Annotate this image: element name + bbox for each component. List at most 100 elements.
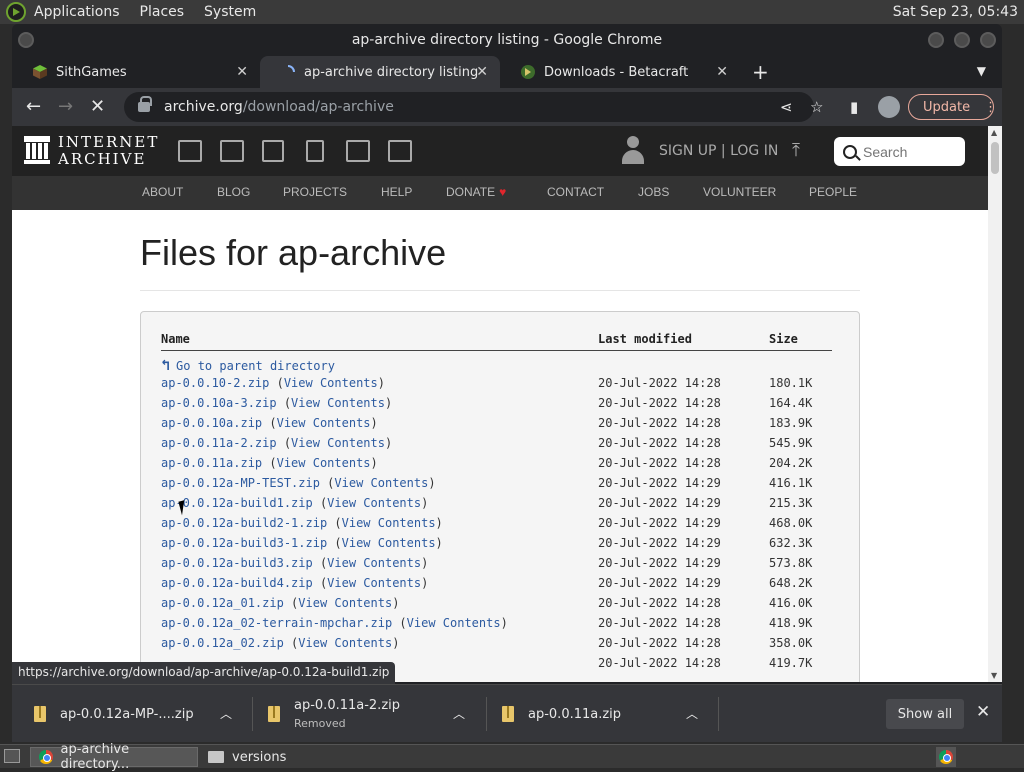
close-tab-icon[interactable]: ✕ xyxy=(716,64,728,80)
signup-login-link[interactable]: SIGN UP | LOG IN xyxy=(659,143,778,159)
file-link[interactable]: ap-0.0.12a-build3-1.zip xyxy=(161,536,327,550)
close-tab-icon[interactable]: ✕ xyxy=(236,64,248,80)
share-icon[interactable]: ⋖ xyxy=(780,98,793,116)
minimize-icon[interactable] xyxy=(928,32,944,48)
new-tab-icon[interactable]: + xyxy=(752,60,769,84)
column-header-modified[interactable]: Last modified xyxy=(598,332,692,346)
file-link[interactable]: ap-0.0.12a_02.zip xyxy=(161,636,284,650)
tab-sithgames[interactable]: SithGames ✕ xyxy=(12,56,260,88)
view-contents-link[interactable]: View Contents xyxy=(291,436,385,450)
window-titlebar[interactable]: ap-archive directory listing - Google Ch… xyxy=(12,24,1002,56)
close-window-icon[interactable] xyxy=(980,32,996,48)
tab-ap-archive[interactable]: ap-archive directory listing ✕ xyxy=(260,56,500,88)
clock[interactable]: Sat Sep 23, 05:43 xyxy=(893,4,1018,20)
bookmark-star-icon[interactable]: ☆ xyxy=(810,98,823,116)
view-contents-link[interactable]: View Contents xyxy=(342,536,436,550)
view-contents-link[interactable]: View Contents xyxy=(284,376,378,390)
scroll-down-icon[interactable]: ▼ xyxy=(991,671,997,680)
show-all-button[interactable]: Show all xyxy=(886,699,964,729)
forward-arrow-icon[interactable]: → xyxy=(58,96,73,117)
file-link[interactable]: ap-0.0.12a-build3.zip xyxy=(161,556,313,570)
file-link[interactable]: ap-0.0.11a-2.zip xyxy=(161,436,277,450)
applications-menu[interactable]: Applications xyxy=(34,4,120,20)
places-menu[interactable]: Places xyxy=(140,4,185,20)
page-viewport[interactable]: INTERNET ARCHIVE SIGN UP | LOG IN ⤒ ABOU… xyxy=(12,126,988,682)
tray-chrome-icon[interactable] xyxy=(936,747,956,767)
file-link[interactable]: ap-0.0.12a-MP-TEST.zip xyxy=(161,476,320,490)
internet-archive-logo-icon[interactable] xyxy=(24,136,50,164)
search-input[interactable] xyxy=(863,143,959,160)
system-menu[interactable]: System xyxy=(204,4,256,20)
video-film-icon[interactable] xyxy=(262,140,284,162)
file-link[interactable]: ap-0.0.12a_02-terrain-mpchar.zip xyxy=(161,616,392,630)
update-button[interactable]: Update ⋮ xyxy=(908,94,997,120)
nav-help[interactable]: HELP xyxy=(381,185,412,199)
download-item[interactable]: ap-0.0.11a.zip xyxy=(502,685,621,743)
address-bar[interactable]: archive.org/download/ap-archive xyxy=(124,92,814,122)
file-link[interactable]: ap-0.0.10-2.zip xyxy=(161,376,269,390)
taskbar-item-versions[interactable]: versions xyxy=(200,747,360,767)
profile-avatar-icon[interactable] xyxy=(878,96,900,118)
scroll-up-icon[interactable]: ▲ xyxy=(991,128,997,137)
chevron-up-icon[interactable]: ︿ xyxy=(686,705,698,722)
view-contents-link[interactable]: View Contents xyxy=(327,556,421,570)
nav-donate[interactable]: DONATE ♥ xyxy=(446,185,506,199)
view-contents-link[interactable]: View Contents xyxy=(342,516,436,530)
view-contents-link[interactable]: View Contents xyxy=(327,576,421,590)
maximize-icon[interactable] xyxy=(954,32,970,48)
view-contents-link[interactable]: View Contents xyxy=(277,456,371,470)
view-contents-link[interactable]: View Contents xyxy=(298,636,392,650)
nav-jobs[interactable]: JOBS xyxy=(638,185,669,199)
taskbar-item-chrome[interactable]: ap-archive directory... xyxy=(30,742,198,772)
view-contents-link[interactable]: View Contents xyxy=(327,496,421,510)
nav-projects[interactable]: PROJECTS xyxy=(283,185,347,199)
images-icon[interactable] xyxy=(388,140,412,162)
file-link[interactable]: ap-0.0.11a.zip xyxy=(161,456,262,470)
nav-volunteer[interactable]: VOLUNTEER xyxy=(703,185,776,199)
window-menu-icon[interactable] xyxy=(18,32,34,48)
view-contents-link[interactable]: View Contents xyxy=(291,396,385,410)
column-header-name[interactable]: Name xyxy=(161,332,190,346)
tab-search-chevron-icon[interactable]: ▼ xyxy=(977,64,986,78)
file-link[interactable]: ap-0.0.10a-3.zip xyxy=(161,396,277,410)
column-header-size[interactable]: Size xyxy=(769,332,798,346)
close-shelf-icon[interactable]: ✕ xyxy=(976,702,990,722)
chevron-up-icon[interactable]: ︿ xyxy=(220,705,232,722)
page-scrollbar[interactable]: ▲ ▼ xyxy=(988,126,1002,682)
search-icon[interactable] xyxy=(843,144,857,159)
texts-book-icon[interactable] xyxy=(220,140,244,162)
chevron-up-icon[interactable]: ︿ xyxy=(453,705,465,722)
upload-icon[interactable]: ⤒ xyxy=(792,140,800,161)
nav-about[interactable]: ABOUT xyxy=(142,185,183,199)
view-contents-link[interactable]: View Contents xyxy=(334,476,428,490)
file-link[interactable]: ap-0.0.12a_01.zip xyxy=(161,596,284,610)
close-tab-icon[interactable]: ✕ xyxy=(476,64,488,80)
file-link[interactable]: ap-0.0.12a-build2-1.zip xyxy=(161,516,327,530)
download-item[interactable]: ap-0.0.11a-2.zip Removed xyxy=(268,685,400,743)
side-panel-icon[interactable]: ▮ xyxy=(850,98,858,116)
scroll-thumb[interactable] xyxy=(991,142,999,174)
distro-logo-icon[interactable] xyxy=(6,2,26,22)
web-icon[interactable] xyxy=(178,140,202,162)
file-link[interactable]: ap-0.0.12a-build4.zip xyxy=(161,576,313,590)
lock-icon[interactable] xyxy=(138,96,152,112)
stop-loading-icon[interactable]: ✕ xyxy=(90,96,105,117)
nav-people[interactable]: PEOPLE xyxy=(809,185,857,199)
tab-betacraft[interactable]: Downloads - Betacraft ✕ xyxy=(500,56,740,88)
view-contents-link[interactable]: View Contents xyxy=(407,616,501,630)
view-contents-link[interactable]: View Contents xyxy=(277,416,371,430)
software-floppy-icon[interactable] xyxy=(346,140,370,162)
download-item[interactable]: ap-0.0.12a-MP-....zip xyxy=(34,685,194,743)
file-link[interactable]: ap-0.0.10a.zip xyxy=(161,416,262,430)
ia-wordmark[interactable]: INTERNET ARCHIVE xyxy=(58,134,159,168)
back-arrow-icon[interactable]: ← xyxy=(26,96,41,117)
user-icon[interactable] xyxy=(620,136,646,166)
audio-speaker-icon[interactable] xyxy=(306,140,324,162)
show-desktop-icon[interactable] xyxy=(4,749,20,763)
ia-search-box[interactable] xyxy=(834,137,965,166)
parent-directory-link[interactable]: ↰ Go to parent directory xyxy=(161,356,335,374)
kebab-menu-icon[interactable]: ⋮ xyxy=(984,100,997,115)
nav-blog[interactable]: BLOG xyxy=(217,185,250,199)
view-contents-link[interactable]: View Contents xyxy=(298,596,392,610)
nav-contact[interactable]: CONTACT xyxy=(547,185,604,199)
